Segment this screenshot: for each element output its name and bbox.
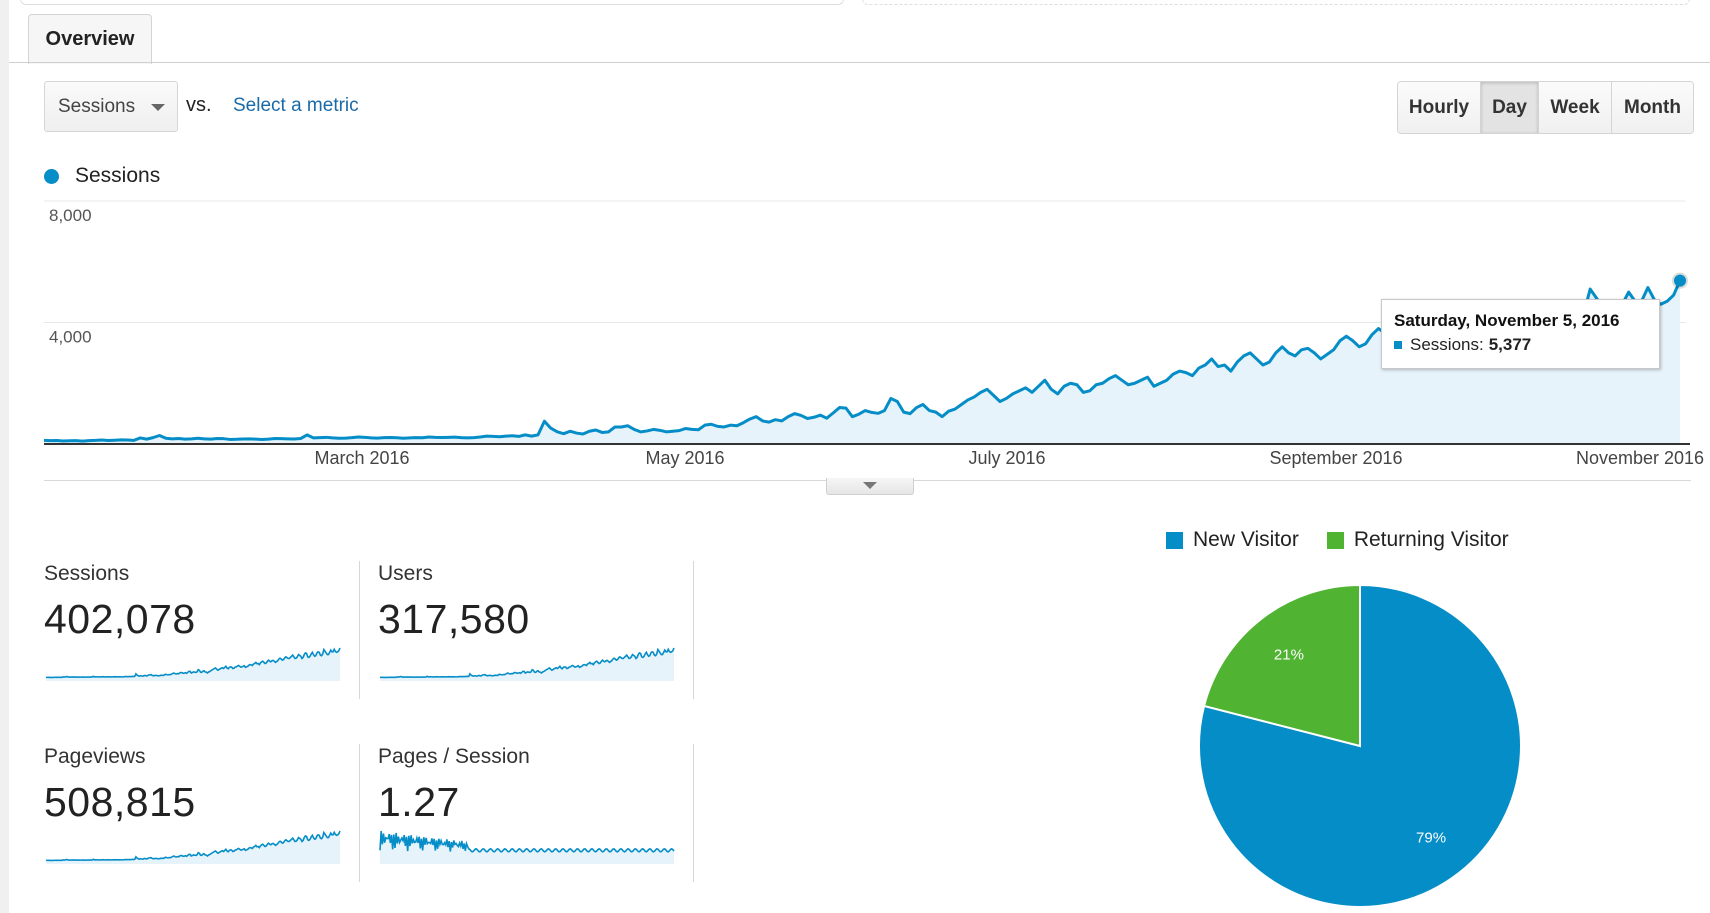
legend-swatch-icon	[1326, 531, 1344, 549]
sparkline-area	[380, 648, 674, 681]
metric-dropdown-label: Sessions	[58, 95, 136, 117]
legend-new-visitor[interactable]: New Visitor	[1166, 528, 1299, 552]
caret-down-icon	[863, 482, 877, 489]
chart-tooltip: Saturday, November 5, 2016 Sessions: 5,3…	[1381, 299, 1660, 369]
tooltip-value: 5,377	[1488, 335, 1532, 354]
sparkline-area	[46, 831, 340, 864]
scorecard-pageviews[interactable]: Pageviews 508,815	[44, 745, 364, 864]
tooltip-metric: Sessions:	[1410, 335, 1484, 354]
select-metric-link[interactable]: Select a metric	[233, 95, 359, 117]
divider	[359, 561, 360, 699]
scorecard-value: 317,580	[378, 596, 530, 642]
legend-sessions-label[interactable]: Sessions	[75, 164, 160, 188]
x-tick-label: March 2016	[314, 448, 409, 468]
divider	[693, 744, 694, 882]
x-tick-label: November 2016	[1576, 448, 1704, 468]
top-panel	[20, 0, 844, 5]
top-panel-dashed	[862, 0, 1690, 5]
sparkline-area	[46, 648, 340, 681]
caret-down-icon	[151, 104, 165, 111]
scorecard-sessions[interactable]: Sessions 402,078	[44, 562, 364, 681]
scorecard-label: Pageviews	[44, 745, 146, 768]
visitor-pie-chart: 79% 21%	[1198, 583, 1522, 908]
scorecard-label: Sessions	[44, 562, 130, 585]
legend-label: New Visitor	[1193, 528, 1299, 551]
divider	[693, 561, 694, 699]
tab-overview[interactable]: Overview	[28, 14, 152, 64]
sparkline-area	[380, 831, 674, 864]
legend-label: Returning Visitor	[1353, 528, 1509, 551]
y-tick-label: 4,000	[49, 328, 92, 347]
legend-returning-visitor[interactable]: Returning Visitor	[1326, 528, 1509, 552]
scorecard-label: Pages / Session	[378, 745, 530, 768]
month-button[interactable]: Month	[1611, 82, 1693, 133]
tooltip-date: Saturday, November 5, 2016	[1394, 311, 1620, 330]
hourly-button[interactable]: Hourly	[1398, 82, 1480, 133]
chart-legend: Sessions	[44, 164, 160, 188]
granularity-toggle: Hourly Day Week Month	[1397, 81, 1694, 134]
scorecard-value: 508,815	[44, 779, 196, 825]
divider	[359, 744, 360, 882]
metric-dropdown[interactable]: Sessions	[44, 81, 178, 132]
scorecard-label: Users	[378, 562, 433, 585]
legend-swatch-icon	[1166, 531, 1183, 549]
vs-label: vs.	[186, 94, 212, 116]
sparkline	[45, 830, 341, 864]
scorecard-pages-per-session[interactable]: Pages / Session 1.27	[378, 745, 698, 864]
sparkline	[379, 830, 675, 864]
x-tick-label: September 2016	[1269, 448, 1402, 468]
day-button[interactable]: Day	[1480, 82, 1538, 133]
pie-slice-label: 79%	[1416, 830, 1446, 847]
sparkline	[45, 647, 341, 681]
scorecard-value: 1.27	[378, 779, 460, 825]
y-tick-label: 8,000	[49, 206, 92, 225]
x-tick-label: May 2016	[645, 448, 724, 468]
scorecard-users[interactable]: Users 317,580	[378, 562, 698, 681]
pie-slice-label: 21%	[1274, 646, 1304, 663]
legend-dot-icon	[44, 168, 59, 184]
highlight-point[interactable]	[1674, 274, 1686, 287]
tooltip-row: Sessions: 5,377	[1394, 335, 1659, 355]
series-square-icon	[1394, 341, 1402, 349]
expand-chart-toggle[interactable]	[826, 478, 914, 495]
scorecard-value: 402,078	[44, 596, 196, 642]
tab-divider	[9, 62, 1710, 63]
pie-legend: New Visitor Returning Visitor	[1166, 528, 1537, 552]
sparkline	[379, 647, 675, 681]
x-tick-label: July 2016	[968, 448, 1045, 468]
week-button[interactable]: Week	[1538, 82, 1611, 133]
